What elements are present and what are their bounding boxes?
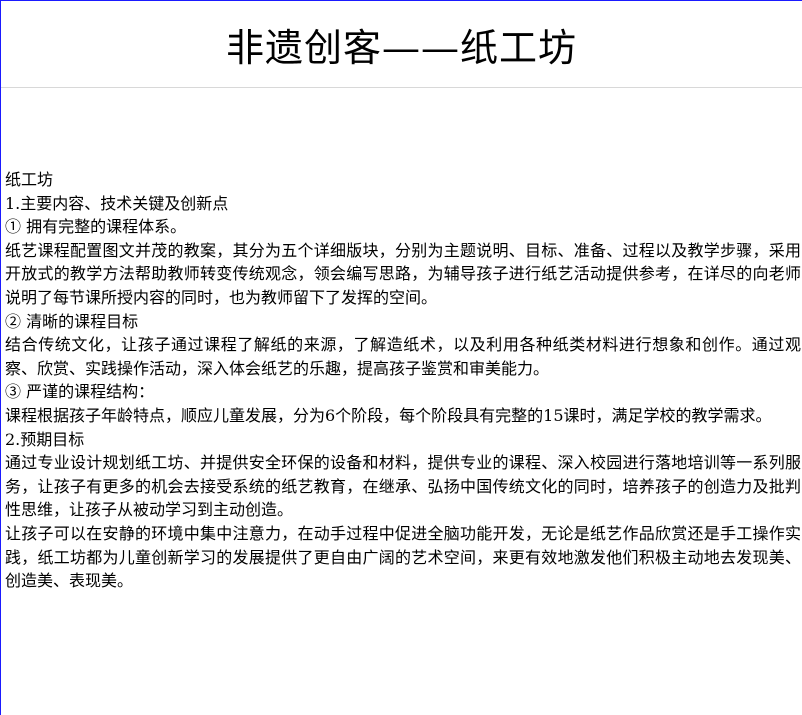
subsection-heading: ② 清晰的课程目标 — [5, 311, 139, 331]
body-paragraph: 让孩子可以在安静的环境中集中注意力，在动手过程中促进全脑功能开发，无论是纸艺作品… — [5, 523, 801, 591]
section-heading: 纸工坊 — [5, 170, 54, 189]
subsection-heading: ① 拥有完整的课程体系。 — [5, 217, 187, 237]
page-title: 非遗创客——纸工坊 — [225, 25, 577, 70]
body-paragraph: 通过专业设计规划纸工坊、并提供安全环保的设备和材料，提供专业的课程、深入校园进行… — [5, 453, 801, 520]
body-paragraph: 纸艺课程配置图文并茂的教案，其分为五个详细版块，分别为主题说明、目标、准备、过程… — [5, 240, 801, 307]
title-bar: 非遗创客——纸工坊 — [1, 1, 802, 88]
subsection-heading: ③ 严谨的课程结构： — [5, 382, 155, 402]
section-heading: 1.主要内容、技术关键及创新点 — [5, 193, 229, 213]
body-paragraph: 结合传统文化，让孩子通过课程了解纸的来源，了解造纸术，以及利用各种纸类材料进行想… — [5, 335, 801, 378]
section-heading: 2.预期目标 — [5, 429, 85, 449]
article-body: 纸工坊 1.主要内容、技术关键及创新点 ① 拥有完整的课程体系。 纸艺课程配置图… — [5, 168, 801, 593]
body-paragraph: 课程根据孩子年龄特点，顺应儿童发展，分为6个阶段，每个阶段具有完整的15课时，满… — [5, 405, 772, 425]
